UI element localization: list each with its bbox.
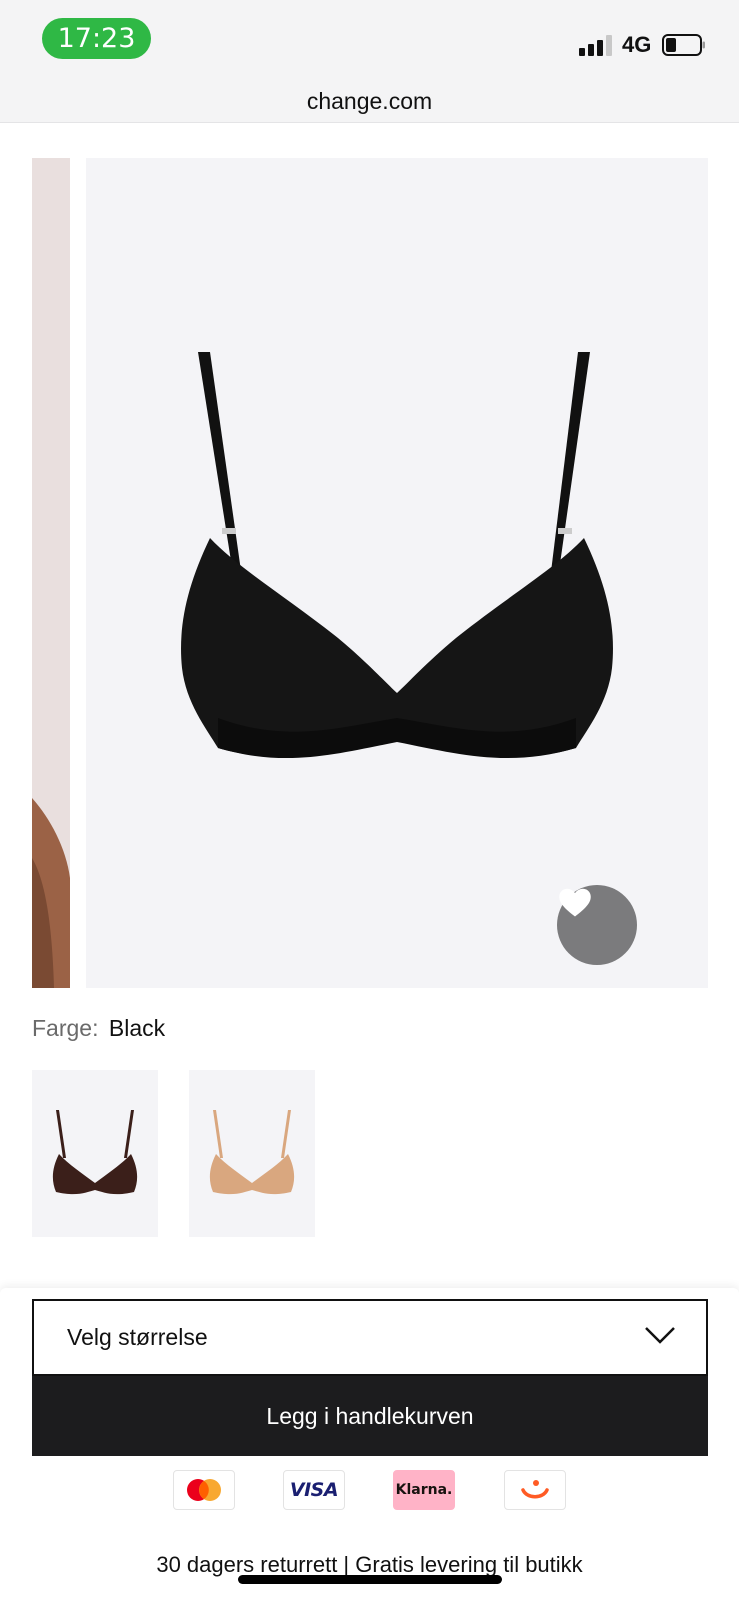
favorite-button[interactable] (557, 885, 637, 965)
color-value: Black (108, 1015, 166, 1041)
size-select-placeholder: Velg størrelse (67, 1324, 208, 1350)
previous-image-peek[interactable] (32, 158, 70, 988)
black-bra-image (181, 352, 613, 759)
home-indicator[interactable] (238, 1575, 502, 1584)
model-photo-peek (32, 158, 70, 988)
chevron-down-icon (645, 1327, 675, 1344)
status-bar: 17:23 4G (0, 0, 739, 80)
status-time: 17:23 (42, 18, 151, 59)
nude-bra-thumbnail (209, 1110, 295, 1195)
heart-icon (559, 888, 591, 917)
color-info: Farge: Black (32, 1013, 165, 1043)
vipps-icon (504, 1470, 566, 1510)
product-main-image[interactable] (86, 158, 708, 988)
klarna-logo-text: Klarna. (395, 1482, 453, 1498)
url-text: change.com (306, 88, 433, 114)
color-label: Farge: (32, 1015, 99, 1041)
battery-low-icon (662, 34, 705, 56)
klarna-icon: Klarna. (393, 1470, 455, 1510)
visa-logo-text: VISA (289, 1479, 339, 1501)
mastercard-logo (187, 1479, 221, 1501)
browser-address-bar[interactable]: change.com (0, 80, 739, 123)
vipps-logo (521, 1480, 549, 1499)
mastercard-icon (173, 1470, 235, 1510)
size-select[interactable]: Velg størrelse (32, 1299, 708, 1376)
visa-icon: VISA (283, 1470, 345, 1510)
brown-bra-thumbnail (52, 1110, 138, 1195)
cellular-signal-icon (579, 34, 613, 56)
network-type: 4G (622, 32, 652, 57)
color-swatch-nude[interactable] (189, 1070, 315, 1237)
color-swatch-brown[interactable] (32, 1070, 158, 1237)
add-to-cart-button[interactable]: Legg i handlekurven (32, 1376, 708, 1456)
